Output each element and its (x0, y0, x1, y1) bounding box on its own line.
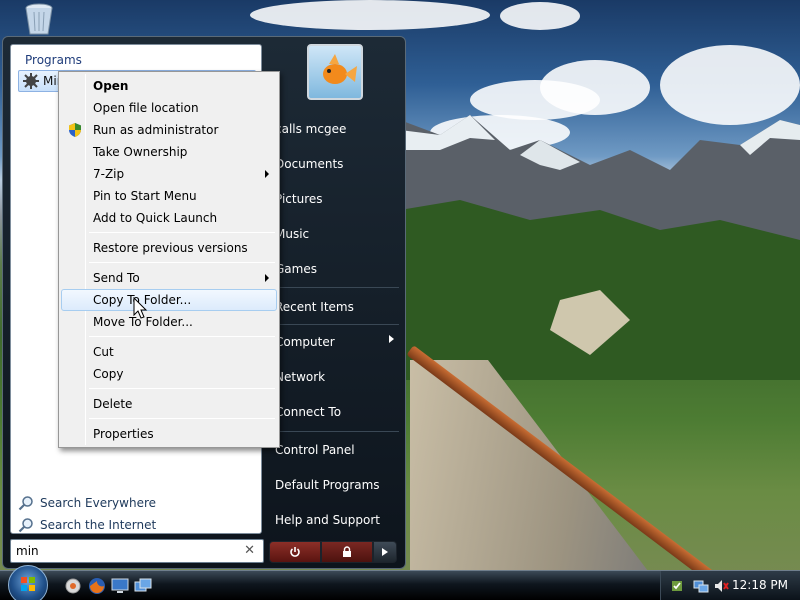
power-icon (290, 547, 300, 557)
menu-item-pin-start[interactable]: Pin to Start Menu (61, 185, 277, 207)
search-icon (18, 518, 33, 533)
control-panel-link[interactable]: Control Panel (275, 443, 355, 457)
chevron-right-icon (382, 548, 388, 556)
menu-item-restore-versions[interactable]: Restore previous versions (61, 237, 277, 259)
start-search-box[interactable]: ✕ (10, 539, 264, 563)
chevron-right-icon (389, 335, 394, 343)
help-support-link[interactable]: Help and Support (275, 513, 380, 527)
start-orb-button[interactable] (8, 565, 48, 600)
power-controls (269, 541, 397, 563)
network-link[interactable]: Network (275, 370, 325, 384)
pictures-link[interactable]: Pictures (275, 192, 323, 206)
divider (269, 431, 399, 432)
mouse-cursor-icon (133, 297, 148, 319)
menu-item-label: Run as administrator (93, 123, 219, 137)
lock-icon (343, 546, 351, 557)
clear-search-icon[interactable]: ✕ (244, 543, 255, 558)
menu-item-7zip[interactable]: 7-Zip (61, 163, 277, 185)
user-avatar[interactable] (307, 44, 363, 100)
show-desktop-icon[interactable] (64, 577, 82, 595)
default-programs-link[interactable]: Default Programs (275, 478, 380, 492)
search-internet-link[interactable]: Search the Internet (18, 517, 156, 533)
network-icon[interactable] (693, 578, 709, 594)
search-internet-label: Search the Internet (40, 518, 157, 532)
menu-item-label: Copy (93, 367, 124, 381)
menu-item-label: Send To (93, 271, 140, 285)
context-menu: Open Open file location Run as administr… (58, 71, 280, 448)
forest-hills (400, 200, 800, 380)
shutdown-options-button[interactable] (373, 541, 397, 563)
minesweeper-icon (23, 73, 39, 89)
menu-item-label: Take Ownership (93, 145, 188, 159)
menu-item-open-file-location[interactable]: Open file location (61, 97, 277, 119)
games-link[interactable]: Games (275, 262, 317, 276)
search-everywhere-link[interactable]: Search Everywhere (18, 495, 156, 511)
menu-item-label: Restore previous versions (93, 241, 248, 255)
safely-remove-icon[interactable] (669, 578, 685, 594)
menu-item-label: Add to Quick Launch (93, 211, 218, 225)
start-search-input[interactable] (16, 541, 236, 561)
menu-item-label: Delete (93, 397, 133, 411)
uac-shield-icon (69, 123, 81, 137)
menu-item-label: Open (93, 79, 129, 93)
divider (269, 324, 399, 325)
menu-separator (89, 388, 275, 389)
menu-item-copy-to-folder[interactable]: Copy To Folder... (61, 289, 277, 311)
menu-item-delete[interactable]: Delete (61, 393, 277, 415)
windows-logo-icon (21, 577, 35, 591)
documents-link[interactable]: Documents (275, 157, 343, 171)
divider (269, 287, 399, 288)
power-button[interactable] (269, 541, 321, 563)
firefox-icon[interactable] (88, 577, 106, 595)
cloud (250, 0, 490, 30)
menu-item-run-as-admin[interactable]: Run as administrator (61, 119, 277, 141)
menu-item-take-ownership[interactable]: Take Ownership (61, 141, 277, 163)
taskbar: 12:18 PM (0, 565, 800, 600)
taskbar-clock[interactable]: 12:18 PM (732, 578, 788, 592)
menu-item-label: Pin to Start Menu (93, 189, 197, 203)
submenu-arrow-icon (265, 170, 269, 178)
road (410, 360, 670, 600)
search-everywhere-label: Search Everywhere (40, 496, 156, 510)
music-link[interactable]: Music (275, 227, 309, 241)
menu-item-label: Properties (93, 427, 154, 441)
submenu-arrow-icon (265, 274, 269, 282)
lock-button[interactable] (321, 541, 373, 563)
menu-item-add-quick-launch[interactable]: Add to Quick Launch (61, 207, 277, 229)
menu-item-label: Open file location (93, 101, 199, 115)
menu-item-move-to-folder[interactable]: Move To Folder... (61, 311, 277, 333)
volume-muted-icon[interactable] (713, 578, 729, 594)
menu-separator (89, 232, 275, 233)
programs-label: Programs (25, 53, 82, 67)
menu-item-properties[interactable]: Properties (61, 423, 277, 445)
switch-windows-icon[interactable] (134, 577, 152, 595)
search-icon (18, 496, 33, 511)
menu-separator (89, 336, 275, 337)
menu-item-label: 7-Zip (93, 167, 125, 181)
menu-item-label: Cut (93, 345, 114, 359)
menu-separator (89, 262, 275, 263)
goldfish-icon (323, 54, 357, 84)
recent-items-link[interactable]: Recent Items (275, 300, 354, 314)
menu-item-cut[interactable]: Cut (61, 341, 277, 363)
system-tray: 12:18 PM (660, 571, 800, 600)
computer-link[interactable]: Computer (275, 335, 335, 349)
monitor-icon[interactable] (111, 577, 129, 595)
menu-item-open[interactable]: Open (61, 75, 277, 97)
cloud (540, 60, 650, 115)
menu-item-copy[interactable]: Copy (61, 363, 277, 385)
cloud (500, 2, 580, 30)
recycle-bin-icon[interactable] (22, 2, 56, 36)
menu-item-send-to[interactable]: Send To (61, 267, 277, 289)
user-folder-link[interactable]: calls mcgee (275, 122, 346, 136)
connect-to-link[interactable]: Connect To (275, 405, 341, 419)
menu-separator (89, 418, 275, 419)
